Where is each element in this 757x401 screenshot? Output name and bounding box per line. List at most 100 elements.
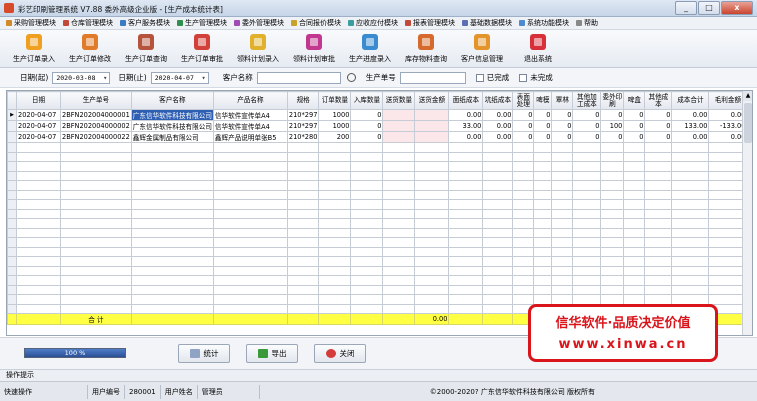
table-cell[interactable]	[16, 227, 61, 238]
table-cell[interactable]	[414, 120, 450, 132]
table-cell[interactable]	[318, 256, 352, 267]
table-cell[interactable]	[623, 237, 646, 248]
table-cell[interactable]: 0	[623, 109, 646, 121]
table-cell[interactable]: 0	[350, 120, 384, 132]
menu-item-1[interactable]: 仓库管理模块	[63, 18, 113, 28]
table-cell[interactable]	[572, 170, 602, 181]
table-cell[interactable]	[16, 275, 61, 286]
table-cell[interactable]	[318, 151, 352, 162]
table-cell[interactable]	[644, 227, 673, 238]
table-cell[interactable]	[572, 151, 602, 162]
table-cell[interactable]	[318, 275, 352, 286]
table-cell[interactable]	[644, 218, 673, 229]
table-cell[interactable]	[600, 265, 625, 276]
table-cell[interactable]	[671, 170, 710, 181]
table-cell[interactable]	[382, 189, 416, 200]
table-cell[interactable]	[60, 227, 132, 238]
table-cell[interactable]	[551, 227, 574, 238]
table-cell[interactable]	[414, 284, 450, 295]
table-cell[interactable]	[551, 199, 574, 210]
table-cell[interactable]	[212, 199, 288, 210]
table-cell[interactable]: 0	[350, 131, 384, 143]
table-cell[interactable]	[572, 256, 602, 267]
table-row[interactable]	[7, 237, 748, 248]
menu-item-0[interactable]: 采购管理模块	[6, 18, 56, 28]
table-cell[interactable]	[130, 142, 214, 153]
table-cell[interactable]	[448, 284, 484, 295]
table-cell[interactable]	[533, 284, 553, 295]
table-cell[interactable]	[533, 294, 553, 305]
table-cell[interactable]	[60, 294, 132, 305]
table-cell[interactable]	[623, 170, 646, 181]
table-cell[interactable]	[600, 151, 625, 162]
table-cell[interactable]	[16, 189, 61, 200]
table-cell[interactable]	[671, 218, 710, 229]
table-cell[interactable]	[448, 218, 484, 229]
table-cell[interactable]	[16, 180, 61, 191]
table-cell[interactable]	[512, 275, 535, 286]
table-cell[interactable]	[130, 180, 214, 191]
table-cell[interactable]	[448, 246, 484, 257]
table-cell[interactable]	[448, 303, 484, 314]
table-cell[interactable]	[512, 161, 535, 172]
table-cell[interactable]: 0.00	[448, 131, 484, 143]
table-cell[interactable]	[671, 265, 710, 276]
table-cell[interactable]	[414, 170, 450, 181]
table-cell[interactable]	[286, 208, 320, 219]
table-cell[interactable]	[130, 256, 214, 267]
table-cell[interactable]	[212, 275, 288, 286]
table-cell[interactable]: 0	[572, 109, 602, 121]
table-cell[interactable]	[600, 180, 625, 191]
column-header[interactable]: 覃林	[551, 91, 574, 110]
table-cell[interactable]	[448, 151, 484, 162]
export-button[interactable]: 导出	[246, 344, 298, 363]
table-cell[interactable]	[350, 151, 384, 162]
table-cell[interactable]	[600, 208, 625, 219]
table-cell[interactable]	[16, 246, 61, 257]
table-cell[interactable]	[286, 227, 320, 238]
table-cell[interactable]	[350, 170, 384, 181]
table-cell[interactable]	[414, 265, 450, 276]
table-cell[interactable]	[382, 284, 416, 295]
table-cell[interactable]	[671, 275, 710, 286]
table-cell[interactable]	[16, 284, 61, 295]
table-cell[interactable]	[482, 189, 514, 200]
table-cell[interactable]	[350, 218, 384, 229]
table-cell[interactable]: 2020-04-07	[16, 109, 61, 121]
table-cell[interactable]	[212, 303, 288, 314]
menu-item-9[interactable]: 系统功能模块	[519, 18, 569, 28]
table-cell[interactable]	[318, 294, 352, 305]
table-cell[interactable]	[318, 142, 352, 153]
table-cell[interactable]	[414, 131, 450, 143]
table-row[interactable]	[7, 275, 748, 286]
table-cell[interactable]	[212, 189, 288, 200]
table-cell[interactable]	[286, 237, 320, 248]
close-button[interactable]: 关闭	[314, 344, 366, 363]
table-cell[interactable]	[318, 170, 352, 181]
table-cell[interactable]	[623, 151, 646, 162]
table-cell[interactable]	[512, 227, 535, 238]
table-cell[interactable]: 0	[512, 109, 535, 121]
table-cell[interactable]	[318, 227, 352, 238]
table-cell[interactable]: 210*297	[286, 120, 320, 132]
table-cell[interactable]	[600, 246, 625, 257]
table-cell[interactable]	[212, 256, 288, 267]
toolbar-button-2[interactable]: 生产订单查询	[118, 30, 174, 68]
table-cell[interactable]: 0.00	[448, 109, 484, 121]
table-cell[interactable]	[533, 265, 553, 276]
table-cell[interactable]	[600, 189, 625, 200]
table-cell[interactable]	[130, 161, 214, 172]
table-cell[interactable]	[644, 246, 673, 257]
table-cell[interactable]	[350, 180, 384, 191]
table-cell[interactable]	[448, 208, 484, 219]
table-cell[interactable]	[212, 180, 288, 191]
table-cell[interactable]	[16, 199, 61, 210]
table-cell[interactable]	[318, 189, 352, 200]
table-cell[interactable]	[644, 275, 673, 286]
table-cell[interactable]	[533, 199, 553, 210]
table-cell[interactable]	[382, 142, 416, 153]
table-cell[interactable]	[286, 265, 320, 276]
table-cell[interactable]	[60, 218, 132, 229]
toolbar-button-1[interactable]: 生产订单修改	[62, 30, 118, 68]
table-cell[interactable]	[130, 170, 214, 181]
